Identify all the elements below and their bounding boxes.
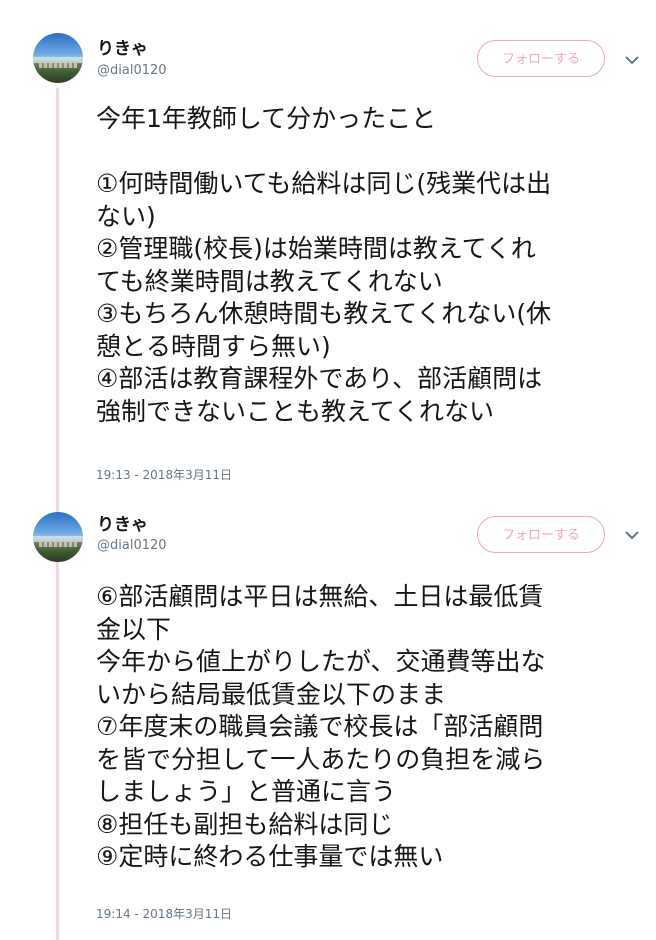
author-handle[interactable]: @dial0120 <box>97 538 167 553</box>
tweet: りきゃ @dial0120 フォローする ⑥部活顧問は平日は無給、土日は最低賃 … <box>0 505 656 940</box>
tweet-text-line: ⑨定時に終わる仕事量では無い <box>96 842 444 871</box>
follow-button[interactable]: フォローする <box>477 40 605 77</box>
tweet-text-line: ⑥部活顧問は平日は無給、土日は最低賃 <box>96 582 544 611</box>
tweet-text-line: 今年から値上がりしたが、交通費等出な <box>96 647 546 676</box>
tweet-text-line: 今年1年教師して分かったこと <box>96 104 437 133</box>
tweet-text-line: ても終業時間は教えてくれない <box>96 266 443 296</box>
tweet-text-line <box>96 136 650 169</box>
tweet-timestamp[interactable]: 19:14 - 2018年3月11日 <box>96 905 232 922</box>
tweet-text: ⑥部活顧問は平日は無給、土日は最低賃 金以下 今年から値上がりしたが、交通費等出… <box>96 581 650 874</box>
author-name[interactable]: りきゃ <box>97 34 148 59</box>
tweet-text-line: を皆で分担して一人あたりの負担を減ら <box>96 744 546 774</box>
tweet-text-line: ②管理職(校長)は始業時間は教えてくれ <box>96 234 536 263</box>
tweet: りきゃ @dial0120 フォローする 今年1年教師して分かったこと ①何時間… <box>0 0 656 505</box>
tweet-text-line: ③もちろん休憩時間も教えてくれない(休 <box>96 299 552 328</box>
chevron-down-icon[interactable] <box>624 54 640 66</box>
author-handle[interactable]: @dial0120 <box>97 63 167 78</box>
avatar[interactable] <box>33 33 83 83</box>
avatar[interactable] <box>33 512 83 562</box>
follow-button[interactable]: フォローする <box>477 516 605 553</box>
author-name[interactable]: りきゃ <box>97 510 148 535</box>
tweet-text-line: ⑧担任も副担も給料は同じ <box>96 809 394 839</box>
tweet-text-line: いから結局最低賃金以下のまま <box>96 679 447 709</box>
avatar-town <box>39 63 77 68</box>
tweet-text: 今年1年教師して分かったこと ①何時間働いても給料は同じ(残業代は出 ない) ②… <box>96 103 650 428</box>
tweet-text-line: ない) <box>96 201 156 231</box>
avatar-town <box>39 542 77 547</box>
chevron-down-icon[interactable] <box>624 529 640 541</box>
tweet-timestamp[interactable]: 19:13 - 2018年3月11日 <box>96 466 232 483</box>
tweet-text-line: ⑦年度末の職員会議で校長は「部活顧問 <box>96 712 544 741</box>
tweet-text-line: 強制できないことも教えてくれない <box>96 396 495 426</box>
tweet-text-line: しましょう」と普通に言う <box>96 777 397 806</box>
tweet-text-line: 金以下 <box>96 614 172 644</box>
tweet-text-line: 憩とる時間すら無い) <box>96 331 331 361</box>
tweet-text-line: ④部活は教育課程外であり、部活顧問は <box>96 364 543 393</box>
tweet-text-line: ①何時間働いても給料は同じ(残業代は出 <box>96 169 552 198</box>
